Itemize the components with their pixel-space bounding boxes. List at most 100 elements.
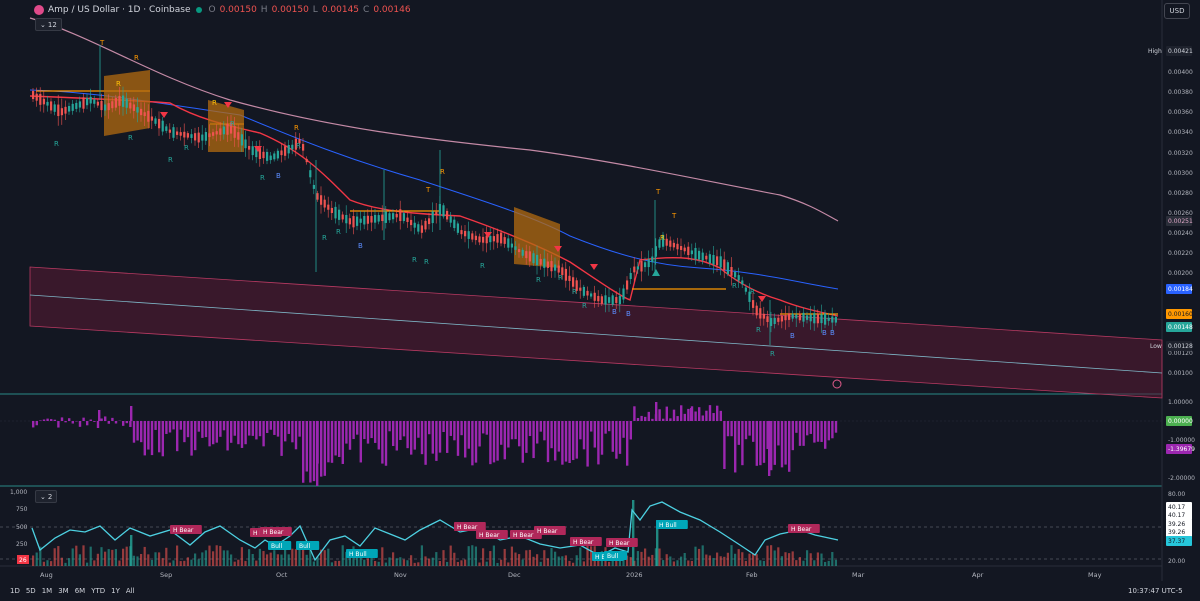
oscillator-bar	[122, 421, 125, 426]
oscillator-bar	[150, 421, 154, 456]
indicator-count-badge[interactable]: ⌄ 12	[35, 18, 62, 31]
volume-bar	[118, 560, 121, 566]
volume-bar	[471, 545, 474, 566]
price-tick: 0.00240	[1168, 230, 1193, 237]
candle-body	[705, 255, 708, 260]
volume-bar	[78, 554, 81, 566]
price-axis[interactable]: 0.00400 0.00380 0.00360 0.00340 0.00320 0.003…	[1148, 46, 1195, 565]
volume-bar	[834, 559, 837, 566]
oscillator-histogram[interactable]	[32, 402, 838, 486]
oscillator-bar	[712, 413, 715, 421]
candle-body	[719, 256, 722, 268]
timeframe-1d[interactable]: 1D	[10, 587, 20, 595]
rsi-tag: 40.17	[1168, 504, 1185, 511]
volume-bar	[676, 560, 679, 566]
volume-bar	[795, 560, 798, 566]
signal-marker-label: R	[572, 288, 577, 296]
vol-tick: 1,000	[10, 489, 27, 496]
timeframe-5d[interactable]: 5D	[26, 587, 36, 595]
time-tick: Nov	[394, 571, 407, 579]
volume-bar	[744, 560, 747, 566]
candle-body	[86, 97, 89, 106]
candle-body	[219, 128, 222, 135]
oscillator-bar	[762, 421, 766, 463]
candle-body	[147, 110, 150, 122]
oscillator-bar	[158, 421, 161, 453]
timeframe-6m[interactable]: 6M	[75, 587, 86, 595]
volume-bar	[96, 553, 99, 566]
candle-body	[406, 217, 409, 223]
rsi-line[interactable]	[31, 501, 839, 562]
oscillator-bar	[496, 421, 499, 461]
oscillator-bar	[255, 421, 258, 440]
volume-bar	[230, 554, 233, 566]
oscillator-bar	[730, 421, 733, 437]
event-icon[interactable]	[832, 379, 842, 389]
oscillator-bar	[130, 406, 133, 421]
candle-body	[82, 97, 85, 109]
oscillator-bar	[438, 421, 442, 453]
oscillator-bar	[248, 421, 251, 436]
volume-bar	[788, 553, 791, 566]
volume-bar	[730, 545, 733, 566]
candle-body	[122, 95, 125, 107]
oscillator-bar	[737, 421, 740, 445]
candle-body	[716, 256, 719, 266]
divergence-label-text: H Bear	[457, 524, 478, 531]
volume-bar	[705, 554, 708, 566]
oscillator-bar	[320, 421, 323, 477]
oscillator-bar	[219, 421, 222, 437]
clock[interactable]: 10:37:47 UTC-5	[1128, 587, 1183, 595]
candle-body	[708, 254, 711, 264]
candle-body	[528, 251, 531, 262]
price-tick: 0.00320	[1168, 150, 1193, 157]
oscillator-bar	[640, 415, 643, 421]
symbol-title[interactable]: Amp / US Dollar · 1D · Coinbase	[48, 5, 190, 15]
indicator-count-badge-lower[interactable]: ⌄ 2	[35, 490, 58, 503]
volume-bar	[399, 557, 402, 566]
timeframe-1y[interactable]: 1Y	[111, 587, 120, 595]
volume-bar	[431, 557, 434, 566]
candle-body	[320, 195, 323, 205]
timeframe-ytd[interactable]: YTD	[91, 587, 105, 595]
signal-marker-label: R	[412, 256, 417, 264]
volume-bar	[694, 546, 697, 566]
currency-selector[interactable]: USD	[1164, 3, 1190, 19]
candle-body	[251, 146, 254, 156]
divergence-label-text: H Bull	[659, 522, 677, 529]
candle-body	[687, 246, 690, 256]
timeframe-all[interactable]: All	[126, 587, 135, 595]
candle-body	[777, 317, 780, 322]
volume-bar	[460, 560, 463, 566]
candle-body	[834, 316, 837, 323]
oscillator-bar	[550, 421, 553, 449]
volume-bar	[550, 547, 553, 566]
candle-body	[53, 104, 56, 112]
volume-bar	[831, 552, 834, 566]
volume-bar	[672, 561, 675, 566]
oscillator-bar	[186, 421, 190, 438]
candle-body	[496, 234, 499, 243]
candle-body	[712, 255, 715, 265]
oscillator-bar	[287, 421, 290, 434]
timeframe-3m[interactable]: 3M	[58, 587, 69, 595]
oscillator-bar	[485, 421, 488, 435]
volume-bar	[32, 555, 35, 566]
volume-bar	[669, 556, 672, 566]
volume-bar	[564, 555, 567, 566]
chart-canvas[interactable]: TRRRRRRRRR BRRRRBTRR R RR RRRB BTTRRRRB B BR H …	[0, 0, 1200, 601]
oscillator-bar	[143, 421, 146, 456]
oscillator-bar	[669, 418, 672, 421]
volume-bar	[276, 554, 279, 566]
high-value: 0.00150	[271, 5, 309, 15]
oscillator-bar	[442, 421, 445, 433]
oscillator-bar	[50, 419, 53, 421]
volume-bar	[366, 558, 369, 566]
volume-bars[interactable]	[32, 500, 837, 566]
osc-tick: 1.00000	[1168, 399, 1193, 406]
timeframe-1m[interactable]: 1M	[42, 587, 53, 595]
signal-marker-label: R	[732, 282, 737, 290]
candle-body	[482, 236, 485, 243]
price-tag: 0.00148	[1168, 324, 1193, 331]
time-axis[interactable]: Aug Sep Oct Nov Dec 2026 Feb Mar Apr May	[40, 571, 1102, 579]
